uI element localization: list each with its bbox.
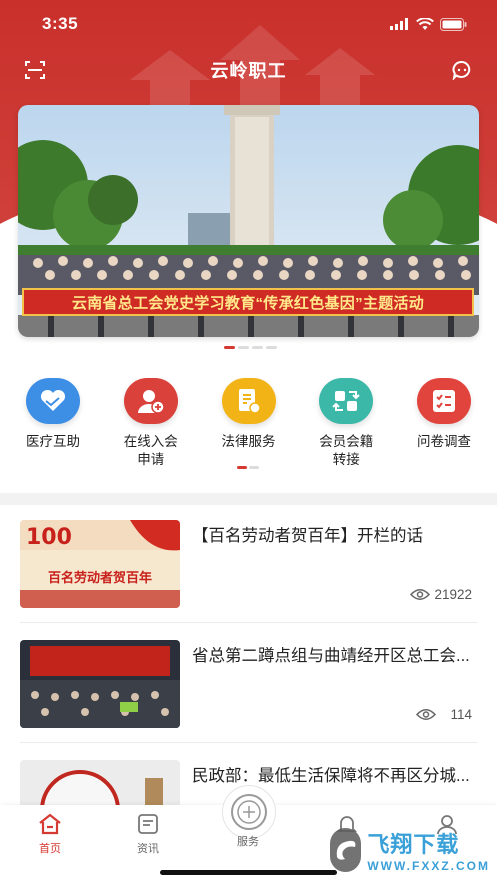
eye-icon [416,709,437,720]
banner-dot [266,346,277,349]
view-count-value: 21922 [434,587,472,602]
service-medical-mutual-aid[interactable]: 医疗互助 [8,378,98,469]
banner-caption: 云南省总工会党史学习教育“传承红色基因”主题活动 [22,288,474,316]
view-count: 21922 [410,587,472,602]
service-icon [231,794,267,830]
wifi-icon [416,17,434,30]
news-list: 100 百名劳动者贺百年 【百名劳动者贺百年】开栏的话 21922 省总第二蹲点… [0,505,497,848]
eye-icon [410,589,431,600]
watermark: 飞翔下载 WWW.FXXZ.COM [330,822,490,877]
handshake-heart-icon [26,378,80,424]
message-button[interactable] [451,59,473,81]
transfer-icon [319,378,374,424]
scan-button[interactable] [24,59,46,81]
banner-dot [252,346,263,349]
tab-news[interactable]: 资讯 [118,813,178,856]
service-online-join[interactable]: 在线入会 申请 [106,378,196,469]
tab-label: 服务 [237,836,259,848]
page-title: 云岭职工 [210,61,287,81]
status-icons [390,17,467,31]
news-title: 省总第二蹲点组与曲靖经开区总工会... [192,647,470,665]
service-label: 会员会籍 转接 [319,434,374,467]
tab-home[interactable]: 首页 [20,813,80,856]
chat-icon [452,61,471,80]
service-legal[interactable]: 法律服务 [204,378,294,469]
service-label: 医疗互助 [26,434,80,449]
thumb-caption: 百名劳动者贺百年 [48,570,152,586]
banner-indicator [224,346,277,349]
home-indicator [160,870,337,875]
checklist-icon [417,378,471,424]
nav-bar: 云岭职工 [0,50,497,90]
legal-document-icon [221,378,276,424]
news-title: 民政部：最低生活保障将不再区分城... [192,767,470,785]
news-thumbnail: 100 百名劳动者贺百年 [20,520,180,608]
tab-service[interactable]: 服务 [218,833,278,849]
banner-dot [224,346,235,349]
service-page-dot [237,466,247,469]
watermark-text: 飞翔下载 WWW.FXXZ.COM [367,827,490,873]
tab-label: 首页 [39,843,61,855]
status-bar: 3:35 [0,0,497,48]
view-count: 114 [416,707,472,722]
news-thumbnail [20,640,180,728]
home-icon [39,813,61,835]
service-survey[interactable]: 问卷调查 [399,378,489,469]
status-time: 3:35 [42,14,79,33]
service-page-indicator [237,466,259,469]
battery-icon [440,17,467,31]
watermark-logo-icon [330,827,362,872]
news-item[interactable]: 省总第二蹲点组与曲靖经开区总工会... 114 [20,625,478,743]
banner-carousel[interactable]: 云南省总工会党史学习教育“传承红色基因”主题活动 [18,105,479,337]
service-page-dot [249,466,259,469]
watermark-main-text: 飞翔下载 [367,831,460,857]
add-user-icon [123,378,178,424]
watermark-url: WWW.FXXZ.COM [367,858,490,873]
service-label: 在线入会 申请 [123,434,178,467]
service-center-button[interactable] [222,785,276,839]
svg-text:100: 100 [26,525,72,550]
view-count-value: 114 [450,707,472,722]
tab-label: 资讯 [137,843,159,855]
service-label: 法律服务 [221,434,276,449]
signal-icon [390,18,408,30]
service-label: 问卷调查 [417,434,471,449]
service-member-transfer[interactable]: 会员会籍 转接 [301,378,391,469]
news-icon [138,814,158,834]
news-item[interactable]: 100 百名劳动者贺百年 【百名劳动者贺百年】开栏的话 21922 [20,505,478,623]
scan-icon [25,61,45,79]
news-title: 【百名劳动者贺百年】开栏的话 [192,527,423,545]
service-grid: 医疗互助 在线入会 申请 法律服务 会员会籍 转接 问卷调查 [0,378,497,469]
banner-dot [238,346,249,349]
